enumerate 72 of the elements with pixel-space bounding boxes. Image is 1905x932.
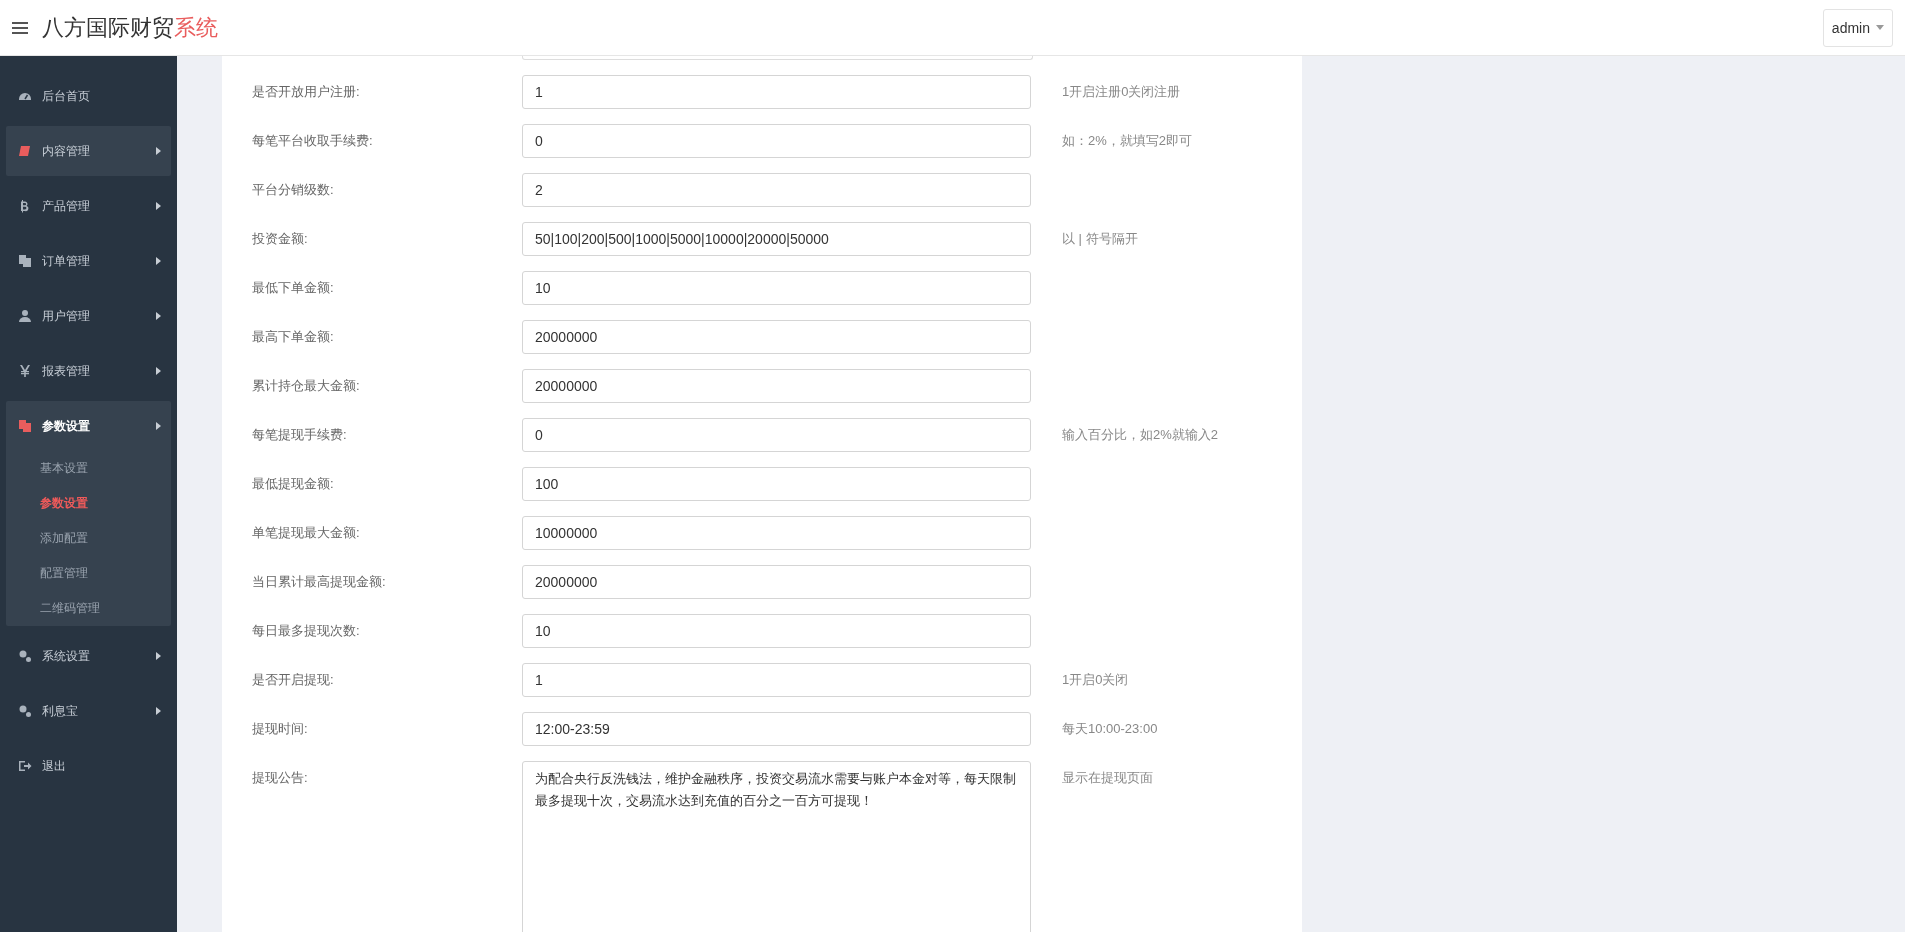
book-icon	[18, 144, 32, 158]
sidebar-item[interactable]: 内容管理	[6, 126, 171, 176]
field-hint: 1开启注册0关闭注册	[1062, 83, 1181, 101]
caret-icon	[156, 147, 161, 155]
caret-icon	[156, 652, 161, 660]
submenu-item[interactable]: 添加配置	[6, 521, 171, 556]
input-field[interactable]: 10	[522, 271, 1031, 305]
sidebar-item[interactable]: 参数设置	[6, 401, 171, 451]
field-label: 累计持仓最大金额:	[251, 377, 361, 395]
input-field[interactable]: 20000000	[522, 565, 1031, 599]
sidebar-item[interactable]: 系统设置	[6, 631, 171, 681]
field-label: 最低提现金额:	[251, 475, 335, 493]
input-field[interactable]: 10	[522, 614, 1031, 648]
field-hint: 显示在提现页面	[1062, 769, 1153, 787]
field-label: 是否开启提现:	[251, 671, 335, 689]
app-title: 八方国际财贸系统	[42, 13, 218, 42]
sign-out-icon	[18, 759, 32, 773]
field-label: 是否开放用户注册:	[251, 83, 361, 101]
input-field[interactable]: 1	[522, 663, 1031, 697]
yen-icon	[18, 364, 32, 378]
user-icon	[18, 309, 32, 323]
field-hint: 以 | 符号隔开	[1062, 230, 1138, 248]
textarea-field[interactable]	[522, 56, 1033, 60]
field-label: 每笔平台收取手续费:	[251, 132, 374, 150]
field-label: 最低下单金额:	[251, 279, 335, 297]
caret-icon	[156, 202, 161, 210]
user-dropdown[interactable]: admin	[1822, 8, 1893, 47]
submenu-item[interactable]: 配置管理	[6, 556, 171, 591]
input-field[interactable]: 1	[522, 75, 1031, 109]
field-hint: 每天10:00-23:00	[1062, 720, 1158, 738]
input-field[interactable]: 10000000	[522, 516, 1031, 550]
copy-icon	[18, 254, 32, 268]
caret-icon	[156, 707, 161, 715]
menu-icon[interactable]	[12, 20, 28, 35]
sidebar-item[interactable]: 利息宝	[6, 686, 171, 736]
textarea-field[interactable]: 为配合央行反洗钱法，维护金融秩序，投资交易流水需要与账户本金对等，每天限制最多提现十次，交易流水达到充值的百分之一百方可提现！	[522, 761, 1031, 932]
field-hint: 如：2%，就填写2即可	[1062, 132, 1193, 150]
submenu-item[interactable]: 基本设置	[6, 451, 171, 486]
caret-icon	[156, 422, 161, 430]
input-field[interactable]: 12:00-23:59	[522, 712, 1031, 746]
caret-icon	[1876, 25, 1884, 30]
copy-icon	[18, 419, 32, 433]
field-label: 最高下单金额:	[251, 328, 335, 346]
field-label: 单笔提现最大金额:	[251, 524, 361, 542]
input-field[interactable]: 20000000	[522, 320, 1031, 354]
input-field[interactable]: 0	[522, 418, 1031, 452]
sidebar-item[interactable]: 订单管理	[6, 236, 171, 286]
sidebar-item[interactable]: 退出	[6, 741, 171, 791]
field-label: 提现公告:	[251, 769, 309, 787]
input-field[interactable]: 20000000	[522, 369, 1031, 403]
field-label: 平台分销级数:	[251, 181, 335, 199]
gears-icon	[18, 649, 32, 663]
input-field[interactable]: 100	[522, 467, 1031, 501]
input-field[interactable]: 0	[522, 124, 1031, 158]
field-label: 投资金额:	[251, 230, 309, 248]
sidebar-item[interactable]: 报表管理	[6, 346, 171, 396]
caret-icon	[156, 257, 161, 265]
sidebar-item[interactable]: 产品管理	[6, 181, 171, 231]
field-label: 每笔提现手续费:	[251, 426, 348, 444]
field-hint: 1开启0关闭	[1062, 671, 1129, 689]
submenu-item[interactable]: 二维码管理	[6, 591, 171, 626]
sidebar-item[interactable]: 后台首页	[6, 71, 171, 121]
caret-icon	[156, 367, 161, 375]
field-label: 当日累计最高提现金额:	[251, 573, 387, 591]
input-field[interactable]: 50|100|200|500|1000|5000|10000|20000|50000	[522, 222, 1031, 256]
input-field[interactable]: 2	[522, 173, 1031, 207]
field-label: 提现时间:	[251, 720, 309, 738]
field-label: 每日最多提现次数:	[251, 622, 361, 640]
field-hint: 输入百分比，如2%就输入2	[1062, 426, 1219, 444]
gears-icon	[18, 704, 32, 718]
sidebar-item[interactable]: 用户管理	[6, 291, 171, 341]
caret-icon	[156, 312, 161, 320]
